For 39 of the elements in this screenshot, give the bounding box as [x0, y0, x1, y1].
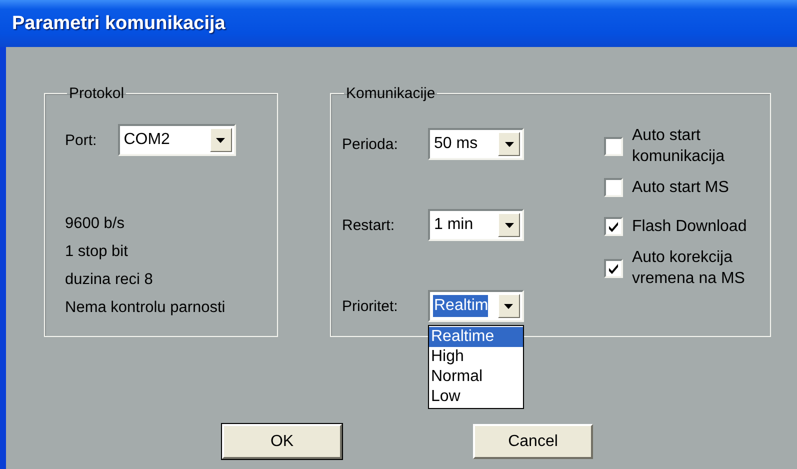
checkbox-label[interactable]: Auto start MS [632, 177, 764, 198]
check-icon [608, 262, 619, 274]
dropdown-option[interactable]: Low [429, 387, 523, 407]
group-title: Protokol [68, 85, 126, 102]
caret-icon [504, 222, 514, 228]
dialog-button[interactable]: OK [222, 424, 342, 459]
dropdown-field[interactable]: Realtim [428, 290, 524, 322]
checkbox-label[interactable]: Flash Download [632, 216, 764, 237]
info-text: 9600 b/s [65, 214, 126, 234]
checkbox-label[interactable]: Auto start komunikacija [632, 125, 764, 167]
dropdown-arrow-button[interactable] [498, 132, 520, 156]
group-title: Komunikacije [345, 85, 436, 102]
field-label: Restart: [342, 216, 396, 234]
checkbox[interactable] [604, 136, 623, 156]
dropdown-field[interactable]: COM2 [118, 124, 236, 156]
dropdown-field[interactable]: 1 min [428, 209, 524, 241]
info-text: Nema kontrolu parnosti [65, 298, 226, 318]
dropdown-arrow-button[interactable] [210, 128, 232, 152]
checkbox[interactable] [604, 258, 623, 278]
check-icon [608, 221, 619, 232]
dropdown-arrow-button[interactable] [498, 294, 520, 318]
dropdown-option[interactable]: Normal [429, 367, 523, 387]
dropdown-option[interactable]: Realtime [429, 327, 523, 347]
checkbox[interactable] [604, 217, 623, 236]
dropdown-arrow-button[interactable] [498, 213, 520, 237]
checkbox[interactable] [604, 178, 623, 197]
caret-icon [504, 142, 514, 146]
dropdown-option[interactable]: High [429, 347, 523, 367]
dropdown-field[interactable]: 50 ms [428, 128, 524, 160]
window-title: Parametri komunikacija [12, 12, 226, 34]
field-label: Port: [65, 132, 97, 148]
dialog-button[interactable]: Cancel [473, 424, 593, 459]
caret-icon [216, 138, 226, 142]
caret-icon [504, 304, 514, 308]
field-label: Perioda: [342, 136, 399, 152]
checkbox-label[interactable]: Auto korekcija vremena na MS [632, 247, 764, 289]
field-label: Prioritet: [342, 298, 399, 314]
info-text: 1 stop bit [65, 242, 129, 262]
info-text: duzina reci 8 [65, 270, 154, 290]
